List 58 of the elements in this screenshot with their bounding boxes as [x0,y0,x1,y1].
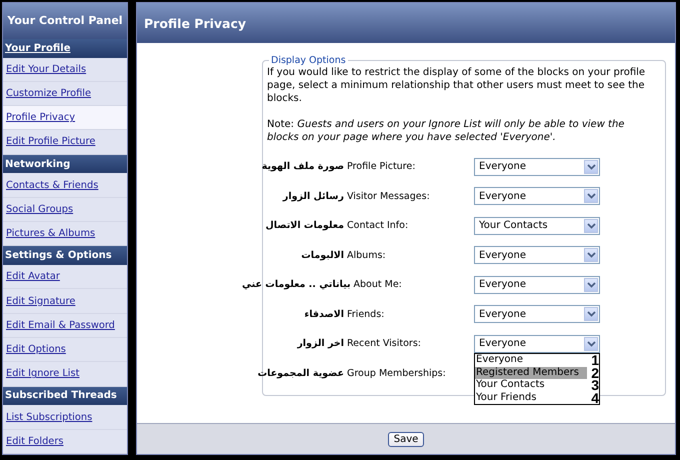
sidebar-link[interactable]: Edit Your Details [3,58,127,82]
sidebar-link[interactable]: List Subscriptions [3,405,127,430]
chevron-icon [584,336,598,351]
sidebar-link[interactable]: Edit Folders [3,430,127,454]
annotation-number: 4 [590,392,599,404]
field-label: Visitor Messages: [346,190,431,203]
chevron-icon [584,189,598,204]
sidebar-link[interactable]: Edit Email & Password [3,314,127,338]
dropdown-select[interactable]: Everyone [474,187,600,206]
arabic-label: صورة ملف الهوية [260,161,344,172]
dropdown-option[interactable]: Registered Members [475,366,587,378]
note-text: Note: Guests and users on your Ignore List will only be able to view the blocks on your page where you have selected 'Everyone'. [267,118,626,144]
arabic-label: اخر الزوار [296,338,344,350]
annotation-number: 2 [590,366,599,378]
arabic-label: معلومات الاتصال [264,220,344,232]
arabic-label: الالبومات [300,250,344,261]
arabic-label: رسائل الزوار [282,190,344,202]
dropdown-select[interactable]: Everyone [474,276,600,294]
arabic-label: عضوية المجموعات [256,368,344,379]
dropdown-select[interactable]: Your Contacts [474,216,600,235]
arabic-label: بياناتي .. معلومات عني [242,279,351,290]
save-button[interactable]: Save [388,432,424,446]
field-label: Recent Visitors: [346,337,422,350]
page-title: Profile Privacy [137,3,675,43]
field-label: Contact Info: [346,219,410,232]
sidebar-link[interactable]: Edit Options [3,338,127,362]
section-heading: Settings & Options [3,246,127,266]
sidebar-link[interactable]: Social Groups [3,198,127,222]
section-heading[interactable]: Your Profile [3,38,127,58]
sidebar-link[interactable]: Profile Privacy [3,106,127,130]
field-label: Group Memberships: [346,366,447,380]
chevron-icon [584,248,598,262]
chevron-icon [584,218,598,233]
section-heading: Networking [3,154,127,174]
chevron-icon [584,307,598,322]
chevron-icon [584,160,598,174]
annotation-number: 1 [590,354,599,366]
section-heading: Subscribed Threads [3,386,127,406]
dropdown-option[interactable]: Your Contacts [475,379,587,391]
intro-text: If you would like to restrict the display of some of the blocks on your profile page, select a minimum relationship that other users must meet to see the blocks. [267,66,646,105]
dropdown-option[interactable]: Everyone [475,354,587,366]
sidebar-link[interactable]: Edit Signature [3,289,127,314]
dropdown-select[interactable]: Everyone [474,334,600,353]
dropdown-option[interactable]: Your Friends [475,392,587,404]
chevron-icon [584,278,598,292]
arabic-label: الاصدقاء [303,308,344,320]
dropdown-select[interactable]: Everyone [474,305,600,324]
sidebar-title: Your Control Panel [3,3,127,39]
field-label: Profile Picture: [346,160,416,174]
field-label: Albums: [346,248,387,262]
annotation-number: 3 [590,379,599,391]
dropdown-select[interactable]: Everyone [474,158,600,176]
field-label: Friends: [346,308,386,321]
field-label: About Me: [352,278,403,292]
sidebar-link[interactable]: Contacts & Friends [3,173,127,198]
dropdown-select[interactable]: Everyone [474,246,600,264]
group-legend: Display Options [269,55,348,66]
sidebar-link[interactable]: Edit Avatar [3,265,127,290]
